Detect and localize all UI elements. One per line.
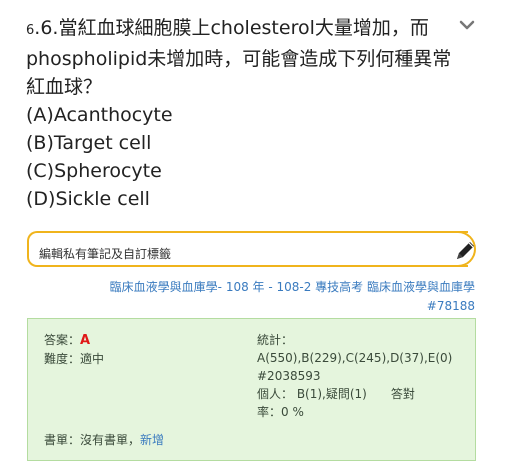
personal-stats-line-2: 率：0 % bbox=[257, 405, 304, 419]
answer-panel: 答案：A 難度：適中 統計： A(550),B(229),C(245),D(37… bbox=[27, 318, 476, 461]
booklist-value: 沒有書單 bbox=[80, 433, 129, 447]
answer-label: 答案： bbox=[44, 333, 81, 347]
option-b: (B)Target cell bbox=[26, 132, 152, 154]
option-c: (C)Spherocyte bbox=[26, 160, 162, 182]
question-line-3: 紅血球？ bbox=[26, 76, 103, 98]
answer-value: A bbox=[80, 333, 91, 348]
question-text: 6.6.當紅血球細胞膜上cholesterol大量增加，而 phospholip… bbox=[26, 14, 478, 213]
booklist-label: 書單： bbox=[44, 433, 81, 447]
option-a: (A)Acanthocyte bbox=[26, 104, 173, 126]
question-source: 臨床血液學與血庫學- 108 年 - 108-2 專技高考 臨床血液學與血庫學 … bbox=[110, 278, 475, 316]
personal-stats-line-1: 個人： B(1),疑問(1) 答對 bbox=[257, 387, 415, 401]
pencil-icon[interactable] bbox=[452, 238, 478, 264]
booklist-row: 書單：沒有書單，新增 bbox=[44, 431, 164, 448]
option-d: (D)Sickle cell bbox=[26, 188, 150, 210]
exam-link[interactable]: - 108 年 - 108-2 專技高考 臨床血液學與血庫學 bbox=[218, 280, 475, 294]
question-id-link[interactable]: #78188 bbox=[427, 299, 475, 313]
chevron-down-icon[interactable] bbox=[458, 18, 476, 32]
private-note-placeholder: 編輯私有筆記及自訂標籤 bbox=[39, 247, 172, 261]
question-line-2: phospholipid未增加時，可能會造成下列何種異常 bbox=[26, 48, 452, 70]
question-line-1-text: .6.當紅血球細胞膜上cholesterol大量增加，而 bbox=[34, 17, 429, 39]
booklist-separator: ， bbox=[128, 433, 141, 447]
stats-label: 統計： bbox=[257, 333, 294, 347]
stats-id: #2038593 bbox=[257, 369, 321, 383]
difficulty-value: 適中 bbox=[80, 352, 105, 366]
subject-link[interactable]: 臨床血液學與血庫學 bbox=[110, 280, 218, 294]
stats-value: A(550),B(229),C(245),D(37),E(0) bbox=[257, 351, 453, 365]
answer-info: 答案：A 難度：適中 bbox=[44, 331, 104, 368]
add-booklist-link[interactable]: 新增 bbox=[140, 433, 164, 447]
question-line-1: 6.6.當紅血球細胞膜上cholesterol大量增加，而 bbox=[26, 14, 478, 45]
statistics-info: 統計： A(550),B(229),C(245),D(37),E(0) #203… bbox=[257, 331, 467, 421]
difficulty-label: 難度： bbox=[44, 352, 81, 366]
